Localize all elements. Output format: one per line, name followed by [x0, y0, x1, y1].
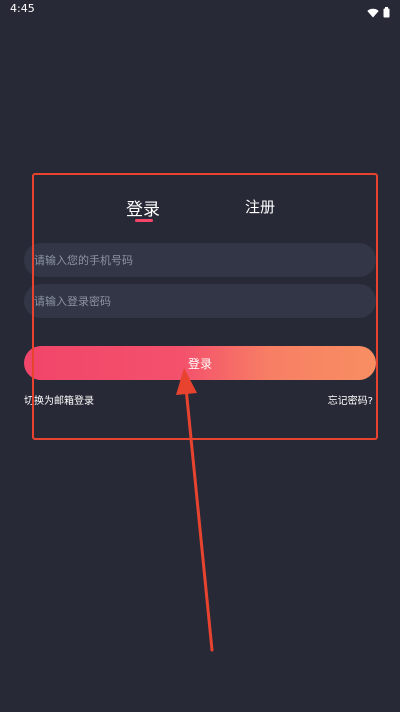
forgot-password-link[interactable]: 忘记密码?	[328, 392, 373, 407]
phone-input[interactable]	[24, 243, 376, 277]
password-input[interactable]	[24, 284, 376, 318]
tab-register[interactable]: 注册	[245, 196, 275, 217]
status-time: 4:45	[10, 2, 35, 15]
status-bar: 4:45	[0, 0, 400, 20]
battery-icon	[383, 3, 390, 22]
wifi-icon	[367, 3, 379, 22]
tab-login[interactable]: 登录	[126, 195, 160, 220]
login-button[interactable]: 登录	[24, 346, 376, 380]
status-icons	[367, 3, 390, 22]
active-tab-indicator	[135, 219, 153, 222]
switch-email-login-link[interactable]: 切换为邮箱登录	[24, 392, 94, 407]
